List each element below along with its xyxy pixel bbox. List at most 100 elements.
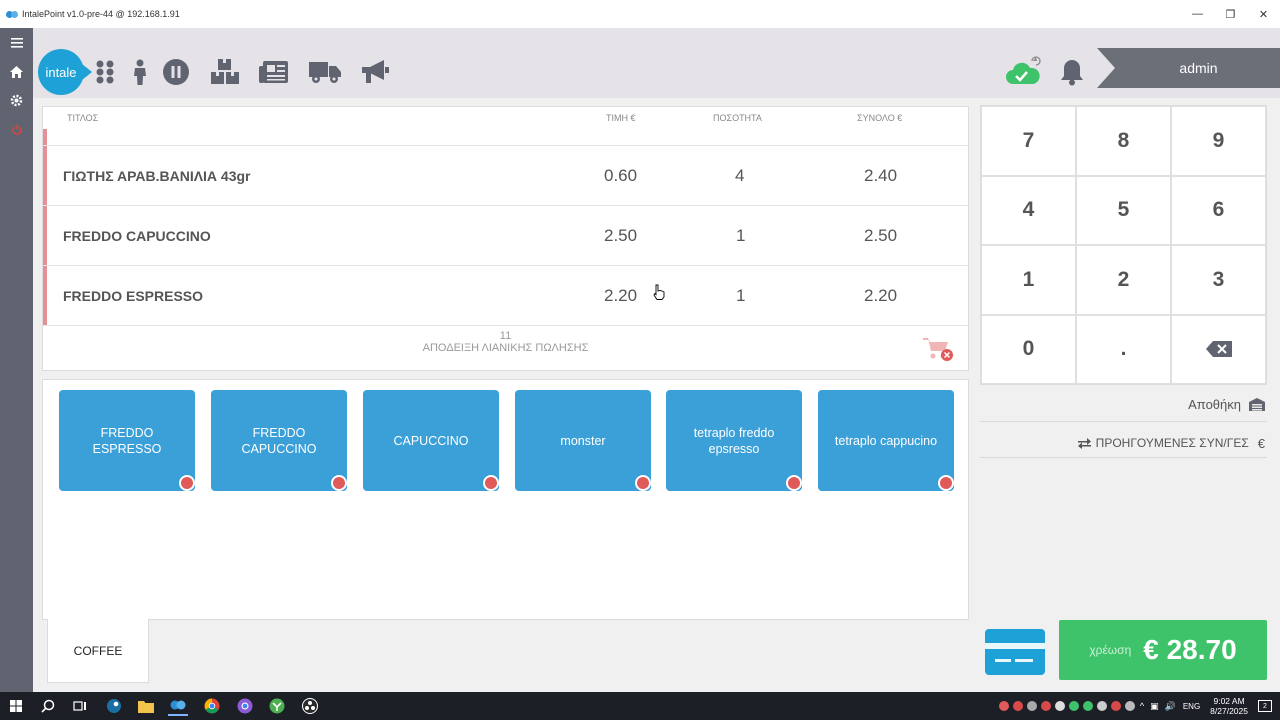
megaphone-icon[interactable] [359, 57, 391, 87]
tray-app-icon[interactable] [1124, 701, 1135, 711]
product-indicator [179, 475, 195, 491]
product-button[interactable]: monster [515, 390, 651, 491]
person-icon[interactable] [124, 57, 156, 87]
cloud-sync-icon[interactable] [1005, 56, 1041, 86]
product-button[interactable]: tetraplo freddo epsresso [666, 390, 802, 491]
close-icon[interactable]: ✕ [1247, 0, 1280, 28]
swap-arrows-icon [1077, 437, 1091, 449]
previous-transactions-button[interactable]: ΠΡΟΗΓΟΥΜΕΝΕΣ ΣΥΝ/ΓΕΣ € [980, 430, 1267, 456]
tray-app-icon[interactable] [1012, 701, 1023, 711]
storage-button[interactable]: Αποθήκη [980, 390, 1267, 418]
chrome-profile-icon[interactable] [235, 696, 255, 716]
volume-icon[interactable]: 🔊 [1165, 701, 1176, 712]
notification-center-icon[interactable]: 2 [1258, 700, 1272, 712]
divider [980, 457, 1267, 458]
numpad-key-9[interactable]: 9 [1171, 106, 1266, 176]
product-indicator [483, 475, 499, 491]
tray-app-icon[interactable] [1054, 701, 1065, 711]
item-quantity[interactable]: 1 [736, 226, 745, 246]
product-indicator [938, 475, 954, 491]
tray-app-icon[interactable] [1040, 701, 1051, 711]
numpad-key-5[interactable]: 5 [1076, 175, 1171, 245]
storage-label: Αποθήκη [1188, 396, 1241, 412]
green-app-icon[interactable] [267, 696, 287, 716]
product-button[interactable]: FREDDO ESPRESSO [59, 390, 195, 491]
file-explorer-icon[interactable] [136, 696, 156, 716]
tray-app-icon[interactable] [1026, 701, 1037, 711]
numpad-key-3[interactable]: 3 [1171, 245, 1266, 315]
numpad-key-decimal[interactable]: . [1076, 314, 1171, 384]
numpad-key-4[interactable]: 4 [981, 175, 1076, 245]
divider [980, 421, 1267, 422]
task-view-icon[interactable] [70, 696, 90, 716]
search-icon[interactable] [38, 696, 58, 716]
grid-apps-icon[interactable] [89, 57, 121, 87]
receipt-type[interactable]: ΑΠΟΔΕΙΞΗ ΛΙΑΝΙΚΗΣ ΠΩΛΗΣΗΣ [43, 342, 968, 354]
row-marker [43, 146, 47, 205]
tray-app-icon[interactable] [1110, 701, 1121, 711]
item-quantity[interactable]: 4 [735, 166, 744, 186]
intalepoint-app-icon[interactable] [168, 696, 188, 716]
item-title: FREDDO ESPRESSO [63, 288, 204, 304]
category-tab-coffee[interactable]: COFFEE [47, 619, 149, 683]
minimize-icon[interactable]: — [1181, 0, 1214, 28]
tray-app-icon[interactable] [1096, 701, 1107, 711]
charge-label: χρέωση [1089, 643, 1132, 657]
numpad-key-1[interactable]: 1 [981, 245, 1076, 315]
product-button[interactable]: tetraplo cappucino [818, 390, 954, 491]
language-indicator[interactable]: ENG [1183, 702, 1200, 711]
delivery-truck-icon[interactable] [309, 57, 341, 87]
tray-chevron-icon[interactable]: ^ [1140, 701, 1144, 711]
notifications-bell-icon[interactable] [1059, 58, 1085, 86]
menu-icon[interactable] [0, 28, 33, 57]
numpad-backspace-icon[interactable] [1171, 314, 1266, 384]
order-table-header: ΤΙΤΛΟΣ ΤΙΜΗ € ΠΟΣΟΤΗΤΑ ΣΥΝΟΛΟ € [43, 107, 968, 129]
item-total: 2.40 [864, 166, 898, 185]
clock-time: 9:02 AM [1213, 696, 1245, 706]
order-row[interactable]: FREDDO CAPUCCINO 2.50 1 2.50 [43, 205, 968, 265]
obs-app-icon[interactable] [300, 696, 320, 716]
left-sidebar [0, 28, 33, 692]
power-icon[interactable] [0, 115, 33, 144]
network-icon[interactable]: ▣ [1150, 701, 1159, 712]
numpad-key-7[interactable]: 7 [981, 106, 1076, 176]
clear-cart-icon[interactable] [923, 336, 955, 362]
home-icon[interactable] [0, 57, 33, 86]
numpad-key-0[interactable]: 0 [981, 314, 1076, 384]
numpad-key-2[interactable]: 2 [1076, 245, 1171, 315]
item-total: 2.20 [864, 286, 898, 305]
header-price: ΤΙΜΗ € [606, 113, 636, 123]
tray-app-icon[interactable] [1068, 701, 1079, 711]
window-controls: — ❐ ✕ [1181, 0, 1280, 28]
order-row[interactable]: ΓΙΩΤΗΣ ΑΡΑΒ.ΒΑΝΙΛΙΑ 43gr 0.60 4 2.40 [43, 145, 968, 205]
boxes-inventory-icon[interactable] [209, 57, 241, 87]
clock-date: 8/27/2025 [1210, 706, 1248, 716]
windows-start-icon[interactable] [6, 696, 26, 716]
numpad-key-8[interactable]: 8 [1076, 106, 1171, 176]
pause-icon[interactable] [160, 57, 192, 87]
user-account-button[interactable]: admin [1097, 48, 1280, 88]
item-quantity[interactable]: 1 [736, 286, 745, 306]
window-title: IntalePoint v1.0-pre-44 @ 192.168.1.91 [22, 9, 180, 19]
steam-app-icon[interactable] [104, 696, 124, 716]
product-label: CAPUCCINO [393, 433, 469, 448]
tray-app-icon[interactable] [998, 701, 1009, 711]
chrome-browser-icon[interactable] [202, 696, 222, 716]
intale-logo[interactable]: intale [38, 49, 92, 95]
newspaper-icon[interactable] [258, 57, 290, 87]
warehouse-icon [1249, 397, 1265, 411]
product-button[interactable]: FREDDO CAPUCCINO [211, 390, 347, 491]
order-row[interactable]: FREDDO ESPRESSO 2.20 1 2.20 [43, 265, 968, 325]
product-indicator [331, 475, 347, 491]
product-button[interactable]: CAPUCCINO [363, 390, 499, 491]
order-items-panel: ΤΙΤΛΟΣ ΤΙΜΗ € ΠΟΣΟΤΗΤΑ ΣΥΝΟΛΟ € ΓΙΩΤΗΣ Α… [42, 106, 969, 371]
products-panel: FREDDO ESPRESSO FREDDO CAPUCCINO CAPUCCI… [42, 379, 969, 620]
numpad-key-6[interactable]: 6 [1171, 175, 1266, 245]
header-title: ΤΙΤΛΟΣ [67, 113, 99, 123]
card-payment-button[interactable] [985, 629, 1045, 675]
tray-app-icon[interactable] [1082, 701, 1093, 711]
charge-button[interactable]: χρέωση € 28.70 [1059, 620, 1267, 680]
settings-gear-icon[interactable] [0, 86, 33, 115]
restore-icon[interactable]: ❐ [1214, 0, 1247, 28]
taskbar-clock[interactable]: 9:02 AM 8/27/2025 [1210, 696, 1248, 716]
